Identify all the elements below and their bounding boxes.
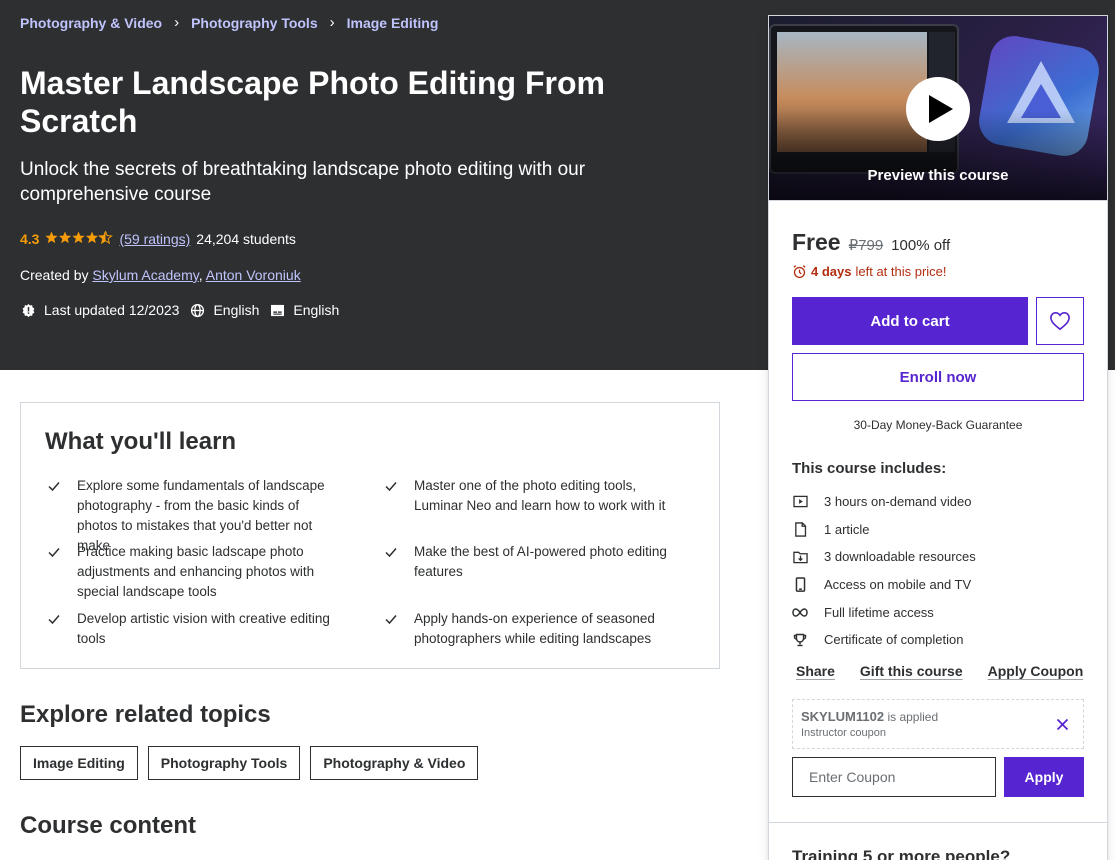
price-row: Free ₽799 100% off bbox=[792, 229, 950, 256]
play-icon bbox=[928, 95, 953, 123]
topic-chip-image-editing[interactable]: Image Editing bbox=[20, 746, 138, 780]
apply-coupon-button[interactable]: Apply bbox=[1004, 757, 1084, 797]
course-title: Master Landscape Photo Editing From Scra… bbox=[20, 65, 605, 139]
topic-chip-photography-tools[interactable]: Photography Tools bbox=[147, 746, 301, 780]
timer-text: left at this price! bbox=[855, 264, 947, 279]
coupon-input[interactable] bbox=[792, 757, 996, 797]
checkmark-icon bbox=[48, 548, 60, 558]
includes-item: 3 downloadable resources bbox=[792, 543, 976, 571]
breadcrumb-link-image-editing[interactable]: Image Editing bbox=[347, 15, 439, 31]
closed-captions-icon bbox=[269, 302, 285, 318]
trophy-icon bbox=[792, 632, 808, 648]
download-icon bbox=[792, 549, 808, 565]
last-updated: Last updated 12/2023 bbox=[20, 302, 179, 318]
related-topics-list: Image Editing Photography Tools Photogra… bbox=[20, 746, 479, 780]
includes-item: Certificate of completion bbox=[792, 626, 976, 654]
includes-item: Access on mobile and TV bbox=[792, 571, 976, 599]
gift-course-link[interactable]: Gift this course bbox=[860, 663, 963, 679]
coupon-type-label: Instructor coupon bbox=[801, 727, 886, 739]
topic-chip-photography-video[interactable]: Photography & Video bbox=[310, 746, 479, 780]
created-by-label: Created by bbox=[20, 267, 89, 283]
sidebar-divider bbox=[769, 822, 1107, 823]
created-by-row: Created by Skylum Academy, Anton Voroniu… bbox=[20, 267, 301, 283]
learn-item: Master one of the photo editing tools, L… bbox=[382, 476, 672, 516]
instructor-link-skylum-academy[interactable]: Skylum Academy bbox=[92, 267, 198, 283]
enroll-now-button[interactable]: Enroll now bbox=[792, 353, 1084, 401]
money-back-guarantee: 30-Day Money-Back Guarantee bbox=[853, 418, 1023, 432]
discount-timer: 4 days left at this price! bbox=[792, 264, 947, 279]
learn-item: Apply hands-on experience of seasoned ph… bbox=[382, 609, 672, 649]
includes-title: This course includes: bbox=[792, 460, 947, 477]
instructor-link-anton-voroniuk[interactable]: Anton Voroniuk bbox=[206, 267, 301, 283]
wishlist-button[interactable] bbox=[1036, 297, 1084, 345]
chevron-right-icon: › bbox=[174, 14, 180, 31]
star-rating-icon bbox=[45, 230, 114, 247]
checkmark-icon bbox=[385, 482, 397, 492]
checkmark-icon bbox=[48, 615, 60, 625]
close-icon bbox=[1056, 718, 1068, 730]
learn-item: Practice making basic ladscape photo adj… bbox=[45, 542, 335, 602]
sidebar-links: Share Gift this course Apply Coupon bbox=[796, 663, 1083, 679]
globe-icon bbox=[189, 302, 205, 318]
timer-days: 4 days bbox=[811, 264, 852, 279]
course-content-title: Course content bbox=[20, 812, 197, 839]
includes-item: 3 hours on-demand video bbox=[792, 488, 976, 516]
rating-row: 4.3 (59 ratings) 24,204 students bbox=[20, 230, 296, 247]
infinity-icon bbox=[792, 604, 808, 620]
related-topics-title: Explore related topics bbox=[20, 701, 271, 728]
includes-list: 3 hours on-demand video 1 article 3 down… bbox=[792, 488, 976, 654]
learn-item: Develop artistic vision with creative ed… bbox=[45, 609, 335, 649]
ratings-count-link[interactable]: (59 ratings) bbox=[119, 231, 190, 247]
checkmark-icon bbox=[385, 548, 397, 558]
heart-icon bbox=[1050, 311, 1070, 331]
includes-item: 1 article bbox=[792, 516, 976, 544]
apply-coupon-link[interactable]: Apply Coupon bbox=[988, 663, 1084, 679]
chevron-right-icon: › bbox=[329, 14, 335, 31]
mobile-icon bbox=[792, 577, 808, 593]
add-to-cart-button[interactable]: Add to cart bbox=[792, 297, 1028, 345]
current-price: Free bbox=[792, 229, 841, 255]
students-count: 24,204 students bbox=[196, 231, 296, 247]
share-link[interactable]: Share bbox=[796, 663, 835, 679]
article-icon bbox=[792, 521, 808, 537]
course-meta-row: Last updated 12/2023 English English bbox=[20, 302, 349, 318]
breadcrumb-link-photography-video[interactable]: Photography & Video bbox=[20, 15, 162, 31]
discount-percent: 100% off bbox=[891, 237, 951, 254]
what-youll-learn-title: What you'll learn bbox=[45, 428, 237, 455]
course-captions: English bbox=[269, 302, 339, 318]
original-price: ₽799 bbox=[848, 237, 884, 254]
includes-item: Full lifetime access bbox=[792, 598, 976, 626]
video-icon bbox=[792, 494, 808, 510]
course-subtitle: Unlock the secrets of breathtaking lands… bbox=[20, 159, 586, 205]
alarm-clock-icon bbox=[793, 265, 806, 279]
what-youll-learn-box: What you'll learn Explore some fundament… bbox=[20, 402, 720, 669]
rating-value: 4.3 bbox=[20, 231, 40, 247]
breadcrumb-link-photography-tools[interactable]: Photography Tools bbox=[191, 15, 318, 31]
play-button[interactable] bbox=[906, 77, 970, 141]
breadcrumb: Photography & Video › Photography Tools … bbox=[20, 14, 438, 31]
course-language: English bbox=[189, 302, 259, 318]
applied-coupon-code: SKYLUM1102 is applied bbox=[801, 709, 939, 724]
training-title: Training 5 or more people? bbox=[792, 847, 1011, 860]
remove-coupon-button[interactable] bbox=[1053, 715, 1071, 733]
alert-badge-icon bbox=[20, 302, 36, 318]
learn-item: Make the best of AI-powered photo editin… bbox=[382, 542, 672, 582]
applied-coupon-box: SKYLUM1102 is applied Instructor coupon bbox=[792, 699, 1084, 749]
purchase-sidebar: Preview this course Free ₽799 100% off 4… bbox=[768, 15, 1108, 860]
preview-course-label: Preview this course bbox=[867, 167, 1009, 184]
checkmark-icon bbox=[48, 482, 60, 492]
course-preview-video[interactable]: Preview this course bbox=[769, 16, 1107, 201]
checkmark-icon bbox=[385, 615, 397, 625]
